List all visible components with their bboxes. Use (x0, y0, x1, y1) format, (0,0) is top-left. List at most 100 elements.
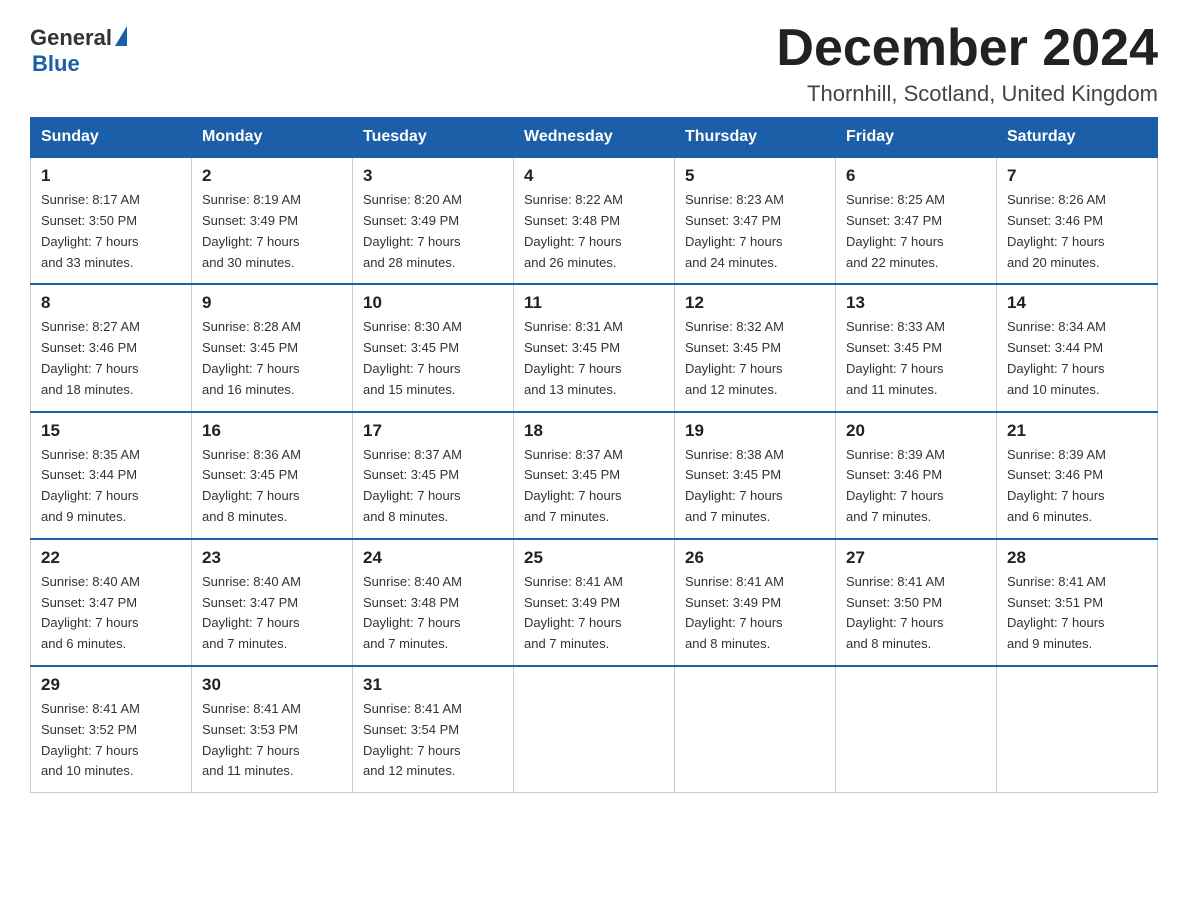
table-row: 17 Sunrise: 8:37 AM Sunset: 3:45 PM Dayl… (353, 412, 514, 539)
day-info: Sunrise: 8:27 AM Sunset: 3:46 PM Dayligh… (41, 317, 181, 400)
table-row: 25 Sunrise: 8:41 AM Sunset: 3:49 PM Dayl… (514, 539, 675, 666)
day-info: Sunrise: 8:32 AM Sunset: 3:45 PM Dayligh… (685, 317, 825, 400)
table-row: 28 Sunrise: 8:41 AM Sunset: 3:51 PM Dayl… (997, 539, 1158, 666)
day-number: 19 (685, 421, 825, 441)
calendar-body: 1 Sunrise: 8:17 AM Sunset: 3:50 PM Dayli… (31, 157, 1158, 792)
table-row: 2 Sunrise: 8:19 AM Sunset: 3:49 PM Dayli… (192, 157, 353, 284)
day-info: Sunrise: 8:41 AM Sunset: 3:53 PM Dayligh… (202, 699, 342, 782)
table-row: 9 Sunrise: 8:28 AM Sunset: 3:45 PM Dayli… (192, 284, 353, 411)
day-info: Sunrise: 8:35 AM Sunset: 3:44 PM Dayligh… (41, 445, 181, 528)
day-info: Sunrise: 8:40 AM Sunset: 3:48 PM Dayligh… (363, 572, 503, 655)
table-row: 23 Sunrise: 8:40 AM Sunset: 3:47 PM Dayl… (192, 539, 353, 666)
day-info: Sunrise: 8:30 AM Sunset: 3:45 PM Dayligh… (363, 317, 503, 400)
day-info: Sunrise: 8:39 AM Sunset: 3:46 PM Dayligh… (1007, 445, 1147, 528)
col-thursday: Thursday (675, 118, 836, 158)
col-wednesday: Wednesday (514, 118, 675, 158)
page-header: General Blue December 2024 Thornhill, Sc… (30, 20, 1158, 107)
day-info: Sunrise: 8:20 AM Sunset: 3:49 PM Dayligh… (363, 190, 503, 273)
day-number: 8 (41, 293, 181, 313)
table-row: 12 Sunrise: 8:32 AM Sunset: 3:45 PM Dayl… (675, 284, 836, 411)
col-saturday: Saturday (997, 118, 1158, 158)
table-row: 19 Sunrise: 8:38 AM Sunset: 3:45 PM Dayl… (675, 412, 836, 539)
day-number: 5 (685, 166, 825, 186)
table-row: 26 Sunrise: 8:41 AM Sunset: 3:49 PM Dayl… (675, 539, 836, 666)
day-number: 13 (846, 293, 986, 313)
day-info: Sunrise: 8:23 AM Sunset: 3:47 PM Dayligh… (685, 190, 825, 273)
day-number: 25 (524, 548, 664, 568)
table-row: 4 Sunrise: 8:22 AM Sunset: 3:48 PM Dayli… (514, 157, 675, 284)
day-number: 28 (1007, 548, 1147, 568)
logo-triangle-icon (115, 26, 127, 46)
calendar-table: Sunday Monday Tuesday Wednesday Thursday… (30, 117, 1158, 793)
calendar-week-3: 15 Sunrise: 8:35 AM Sunset: 3:44 PM Dayl… (31, 412, 1158, 539)
day-number: 18 (524, 421, 664, 441)
table-row: 13 Sunrise: 8:33 AM Sunset: 3:45 PM Dayl… (836, 284, 997, 411)
day-info: Sunrise: 8:25 AM Sunset: 3:47 PM Dayligh… (846, 190, 986, 273)
title-section: December 2024 Thornhill, Scotland, Unite… (776, 20, 1158, 107)
table-row (514, 666, 675, 793)
day-number: 23 (202, 548, 342, 568)
day-number: 21 (1007, 421, 1147, 441)
day-info: Sunrise: 8:41 AM Sunset: 3:52 PM Dayligh… (41, 699, 181, 782)
day-number: 7 (1007, 166, 1147, 186)
day-number: 1 (41, 166, 181, 186)
day-info: Sunrise: 8:38 AM Sunset: 3:45 PM Dayligh… (685, 445, 825, 528)
table-row: 5 Sunrise: 8:23 AM Sunset: 3:47 PM Dayli… (675, 157, 836, 284)
logo-general-text: General (30, 25, 112, 51)
col-monday: Monday (192, 118, 353, 158)
day-info: Sunrise: 8:41 AM Sunset: 3:50 PM Dayligh… (846, 572, 986, 655)
table-row (836, 666, 997, 793)
day-info: Sunrise: 8:31 AM Sunset: 3:45 PM Dayligh… (524, 317, 664, 400)
day-number: 4 (524, 166, 664, 186)
day-info: Sunrise: 8:41 AM Sunset: 3:49 PM Dayligh… (685, 572, 825, 655)
day-info: Sunrise: 8:22 AM Sunset: 3:48 PM Dayligh… (524, 190, 664, 273)
day-number: 11 (524, 293, 664, 313)
day-info: Sunrise: 8:17 AM Sunset: 3:50 PM Dayligh… (41, 190, 181, 273)
day-info: Sunrise: 8:41 AM Sunset: 3:54 PM Dayligh… (363, 699, 503, 782)
table-row: 18 Sunrise: 8:37 AM Sunset: 3:45 PM Dayl… (514, 412, 675, 539)
table-row: 21 Sunrise: 8:39 AM Sunset: 3:46 PM Dayl… (997, 412, 1158, 539)
day-info: Sunrise: 8:37 AM Sunset: 3:45 PM Dayligh… (524, 445, 664, 528)
day-number: 3 (363, 166, 503, 186)
day-number: 29 (41, 675, 181, 695)
day-number: 30 (202, 675, 342, 695)
day-info: Sunrise: 8:19 AM Sunset: 3:49 PM Dayligh… (202, 190, 342, 273)
calendar-week-5: 29 Sunrise: 8:41 AM Sunset: 3:52 PM Dayl… (31, 666, 1158, 793)
table-row: 14 Sunrise: 8:34 AM Sunset: 3:44 PM Dayl… (997, 284, 1158, 411)
col-tuesday: Tuesday (353, 118, 514, 158)
day-info: Sunrise: 8:33 AM Sunset: 3:45 PM Dayligh… (846, 317, 986, 400)
day-info: Sunrise: 8:34 AM Sunset: 3:44 PM Dayligh… (1007, 317, 1147, 400)
col-friday: Friday (836, 118, 997, 158)
day-number: 31 (363, 675, 503, 695)
day-info: Sunrise: 8:37 AM Sunset: 3:45 PM Dayligh… (363, 445, 503, 528)
table-row: 30 Sunrise: 8:41 AM Sunset: 3:53 PM Dayl… (192, 666, 353, 793)
month-title: December 2024 (776, 20, 1158, 77)
location-title: Thornhill, Scotland, United Kingdom (776, 81, 1158, 107)
day-info: Sunrise: 8:39 AM Sunset: 3:46 PM Dayligh… (846, 445, 986, 528)
calendar-week-2: 8 Sunrise: 8:27 AM Sunset: 3:46 PM Dayli… (31, 284, 1158, 411)
table-row: 1 Sunrise: 8:17 AM Sunset: 3:50 PM Dayli… (31, 157, 192, 284)
header-row: Sunday Monday Tuesday Wednesday Thursday… (31, 118, 1158, 158)
table-row: 8 Sunrise: 8:27 AM Sunset: 3:46 PM Dayli… (31, 284, 192, 411)
table-row: 7 Sunrise: 8:26 AM Sunset: 3:46 PM Dayli… (997, 157, 1158, 284)
day-number: 2 (202, 166, 342, 186)
table-row: 31 Sunrise: 8:41 AM Sunset: 3:54 PM Dayl… (353, 666, 514, 793)
table-row: 29 Sunrise: 8:41 AM Sunset: 3:52 PM Dayl… (31, 666, 192, 793)
table-row: 11 Sunrise: 8:31 AM Sunset: 3:45 PM Dayl… (514, 284, 675, 411)
day-number: 24 (363, 548, 503, 568)
day-number: 27 (846, 548, 986, 568)
table-row: 24 Sunrise: 8:40 AM Sunset: 3:48 PM Dayl… (353, 539, 514, 666)
day-info: Sunrise: 8:36 AM Sunset: 3:45 PM Dayligh… (202, 445, 342, 528)
day-info: Sunrise: 8:41 AM Sunset: 3:49 PM Dayligh… (524, 572, 664, 655)
day-number: 16 (202, 421, 342, 441)
calendar-header: Sunday Monday Tuesday Wednesday Thursday… (31, 118, 1158, 158)
calendar-week-1: 1 Sunrise: 8:17 AM Sunset: 3:50 PM Dayli… (31, 157, 1158, 284)
table-row: 6 Sunrise: 8:25 AM Sunset: 3:47 PM Dayli… (836, 157, 997, 284)
table-row: 27 Sunrise: 8:41 AM Sunset: 3:50 PM Dayl… (836, 539, 997, 666)
logo-blue-text: Blue (32, 51, 80, 77)
table-row (997, 666, 1158, 793)
table-row (675, 666, 836, 793)
day-number: 17 (363, 421, 503, 441)
day-number: 12 (685, 293, 825, 313)
table-row: 10 Sunrise: 8:30 AM Sunset: 3:45 PM Dayl… (353, 284, 514, 411)
